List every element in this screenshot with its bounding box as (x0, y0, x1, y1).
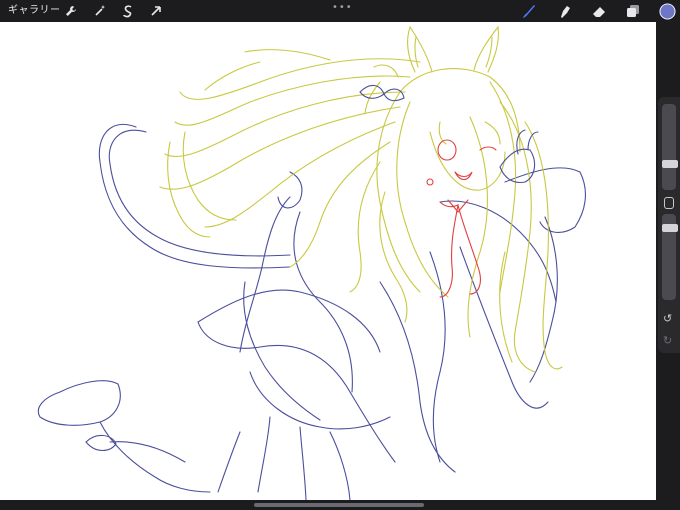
gallery-button[interactable]: ギャラリー (8, 4, 61, 18)
transform-arrow-icon[interactable] (148, 3, 164, 19)
wrench-icon[interactable] (63, 3, 79, 19)
brush-icon[interactable] (520, 2, 538, 20)
cat-tail (98, 123, 291, 269)
layers-icon[interactable] (624, 2, 642, 20)
brush-size-slider[interactable] (662, 104, 676, 190)
smudge-icon[interactable] (556, 2, 574, 20)
line-art-illustration (37, 25, 586, 500)
hair-lines (159, 25, 563, 373)
color-swatch[interactable] (658, 2, 676, 20)
opacity-thumb[interactable] (662, 224, 678, 232)
drawing-canvas[interactable] (0, 22, 656, 500)
magic-wand-icon[interactable] (92, 3, 108, 19)
eraser-icon[interactable] (590, 2, 608, 20)
undo-icon[interactable]: ↺ (663, 313, 672, 325)
brush-size-thumb[interactable] (662, 160, 678, 168)
modify-square-icon[interactable] (664, 197, 674, 209)
redo-icon[interactable]: ↻ (663, 335, 672, 347)
home-indicator[interactable] (254, 503, 424, 507)
selection-icon[interactable] (120, 3, 136, 19)
more-options-icon[interactable]: ••• (332, 2, 353, 13)
